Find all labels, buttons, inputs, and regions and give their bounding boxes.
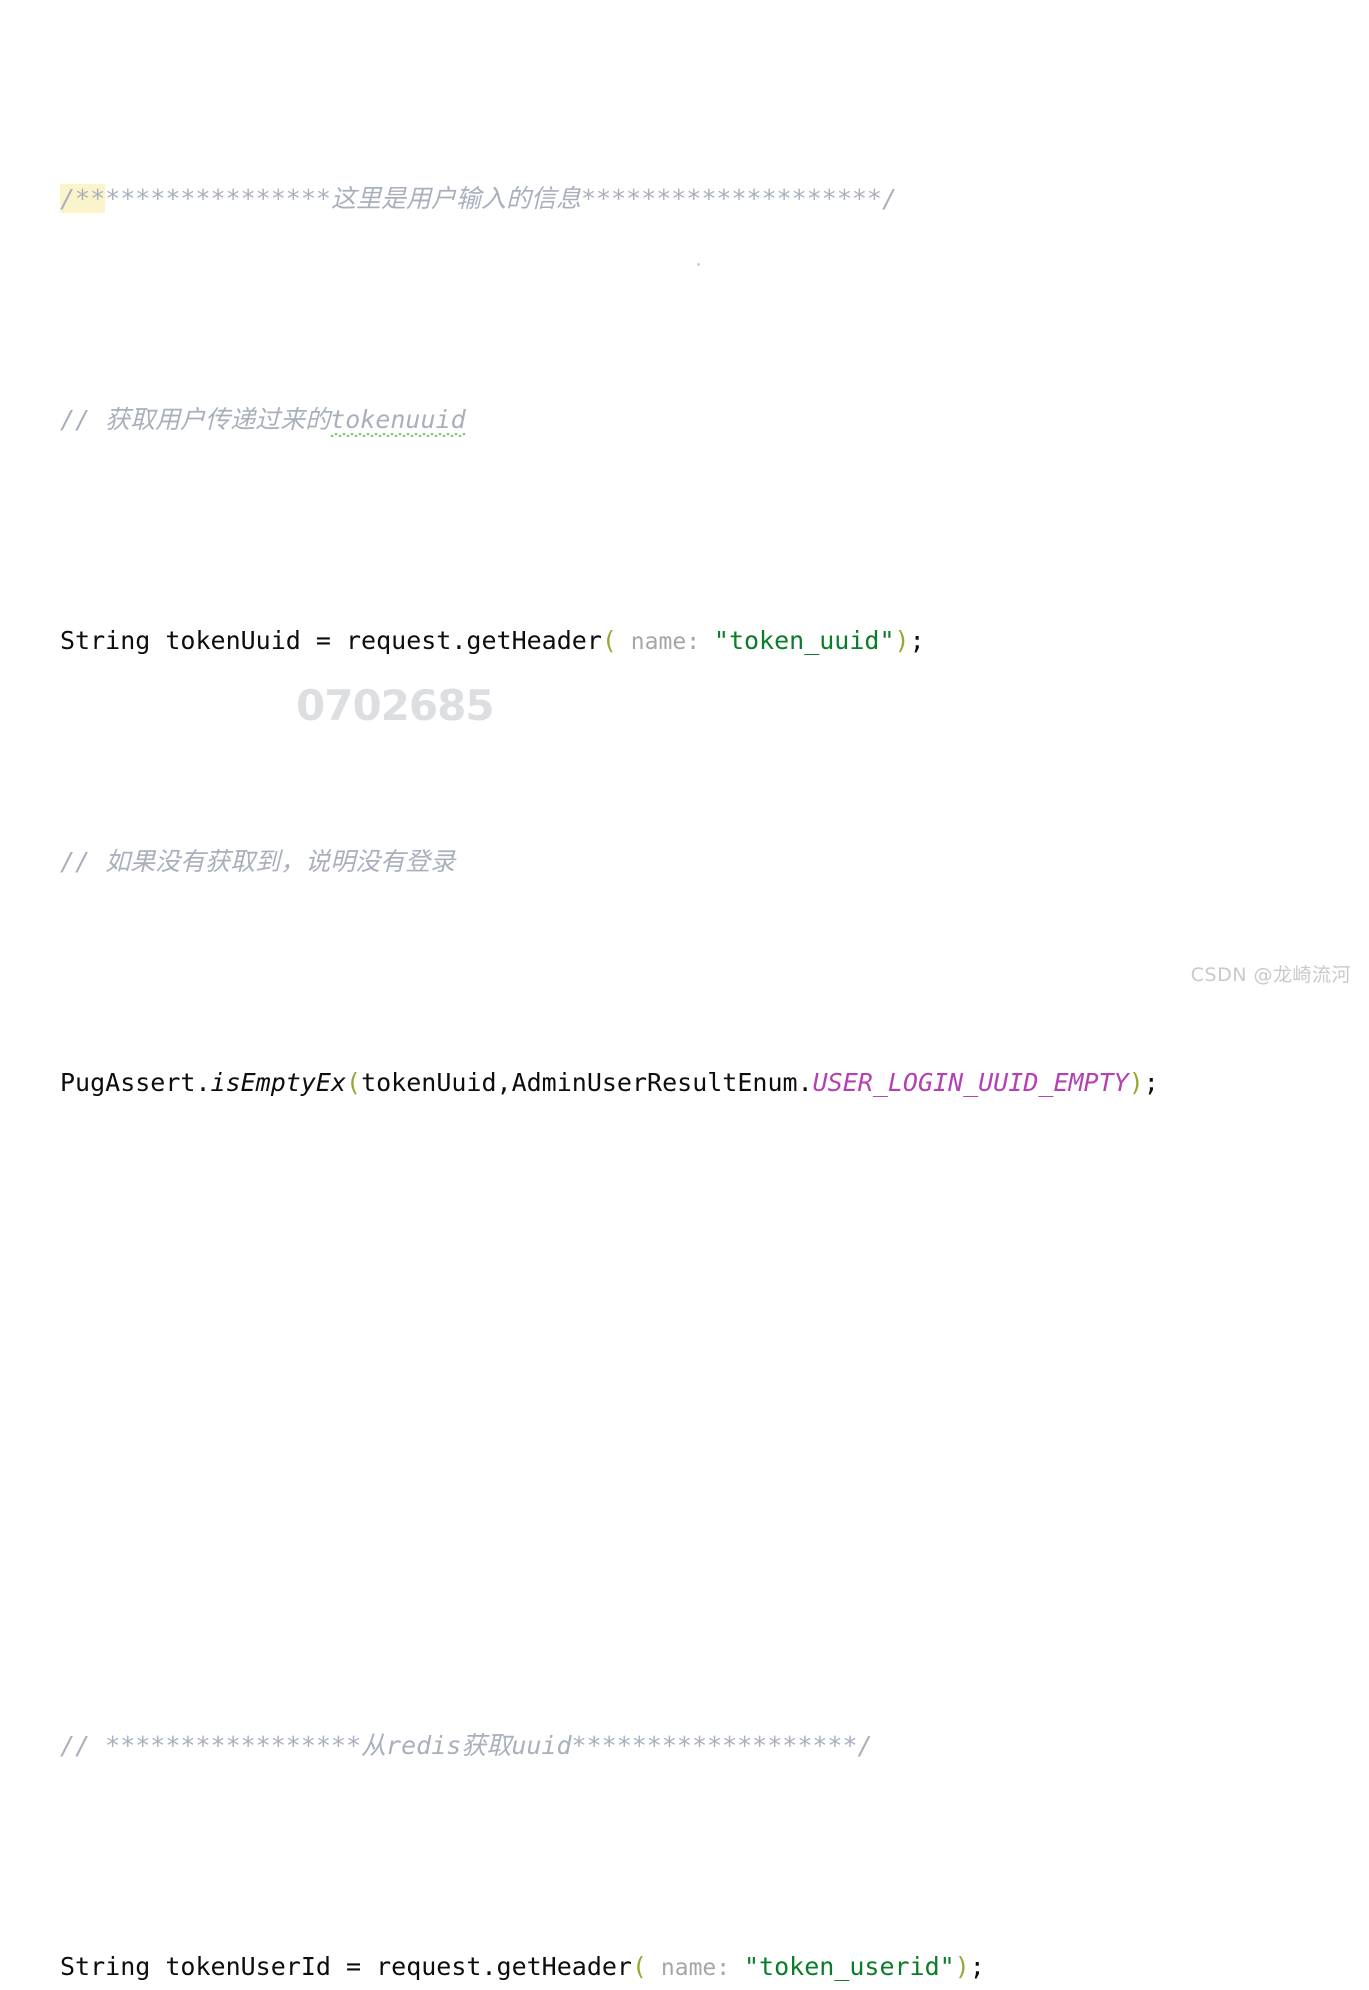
- semicolon: ;: [969, 1951, 985, 1981]
- method-getheader: getHeader: [496, 1951, 632, 1981]
- args-tokenuuid-enum: tokenUuid,AdminUserResultEnum: [361, 1067, 798, 1097]
- receiver-request: request: [376, 1951, 482, 1981]
- dot-operator: .: [481, 1951, 497, 1981]
- comment-close-slash: /: [857, 1730, 873, 1760]
- comment-chinese-get-token: 获取用户传递过来的: [105, 404, 331, 434]
- block-comment-open-highlighted: /**: [60, 183, 106, 213]
- comment-misspelled-word: tokenuuid: [330, 404, 466, 434]
- enum-user-login-uuid-empty: USER_LOGIN_UUID_EMPTY: [812, 1067, 1129, 1097]
- paren-close: ): [1128, 1067, 1144, 1097]
- code-line-5[interactable]: PugAssert.isEmptyEx(tokenUuid,AdminUserR…: [0, 1061, 1369, 1105]
- assign-operator: =: [315, 625, 346, 655]
- string-token-userid: "token_userid": [743, 1951, 955, 1981]
- code-line-4[interactable]: // 如果没有获取到，说明没有登录: [0, 840, 1369, 884]
- comment-chinese-from: 从: [361, 1730, 387, 1760]
- line-comment-slashes: //: [60, 1730, 106, 1760]
- comment-stars-leading: *****************: [105, 1730, 362, 1760]
- code-line-9[interactable]: String tokenUserId = request.getHeader( …: [0, 1945, 1369, 1989]
- parameter-hint-name: name:: [647, 1954, 744, 1981]
- type-string: String: [60, 625, 151, 655]
- code-line-8[interactable]: // *****************从redis获取uuid********…: [0, 1724, 1369, 1768]
- paren-open: (: [346, 1067, 362, 1097]
- code-editor-canvas[interactable]: /*****************这里是用户输入的信息************…: [0, 0, 1369, 1981]
- code-line-7-blank[interactable]: [0, 1503, 1369, 1547]
- dot-operator: .: [195, 1067, 211, 1097]
- comment-stars-leading: ***************: [105, 183, 331, 213]
- paren-close: ): [954, 1951, 970, 1981]
- var-tokenuuid: tokenUuid: [150, 625, 316, 655]
- comment-chinese-user-input: 这里是用户输入的信息: [330, 183, 581, 213]
- code-line-2[interactable]: // 获取用户传递过来的tokenuuid: [0, 398, 1369, 442]
- code-content[interactable]: /*****************这里是用户输入的信息************…: [0, 0, 1369, 1990]
- code-line-1[interactable]: /*****************这里是用户输入的信息************…: [0, 177, 1369, 221]
- receiver-request: request: [346, 625, 452, 655]
- paren-close: ): [894, 625, 910, 655]
- type-string: String: [60, 1951, 151, 1981]
- assign-operator: =: [345, 1951, 377, 1981]
- semicolon: ;: [1143, 1067, 1159, 1097]
- comment-stars-trailing: ********************: [580, 183, 882, 213]
- comment-word-uuid: uuid: [511, 1730, 572, 1760]
- comment-close-slash: /: [881, 183, 898, 213]
- method-isemptyex: isEmptyEx: [210, 1067, 346, 1097]
- method-getheader: getHeader: [466, 625, 602, 655]
- paren-open: (: [631, 1951, 648, 1981]
- code-line-3[interactable]: String tokenUuid = request.getHeader( na…: [0, 619, 1369, 663]
- semicolon: ;: [909, 625, 925, 655]
- code-line-6-blank[interactable]: [0, 1282, 1369, 1326]
- comment-chinese-fetch: 获取: [461, 1730, 512, 1760]
- comment-not-logged-in-1: // 如果没有获取到，说明没有登录: [60, 846, 456, 876]
- line-comment-slashes: //: [60, 404, 106, 434]
- class-pugassert: PugAssert: [60, 1067, 196, 1097]
- comment-stars-trailing: *******************: [571, 1730, 858, 1760]
- paren-open: (: [601, 625, 617, 655]
- string-token-uuid: "token_uuid": [713, 625, 895, 655]
- dot-operator: .: [451, 625, 467, 655]
- var-tokenuserid: tokenUserId: [150, 1951, 346, 1981]
- render-artifact-dot: [697, 263, 700, 266]
- csdn-author-watermark: CSDN @龙崎流河: [1190, 964, 1351, 986]
- dot-operator: .: [797, 1067, 813, 1097]
- comment-word-redis: redis: [386, 1730, 462, 1760]
- parameter-hint-name: name:: [616, 628, 714, 655]
